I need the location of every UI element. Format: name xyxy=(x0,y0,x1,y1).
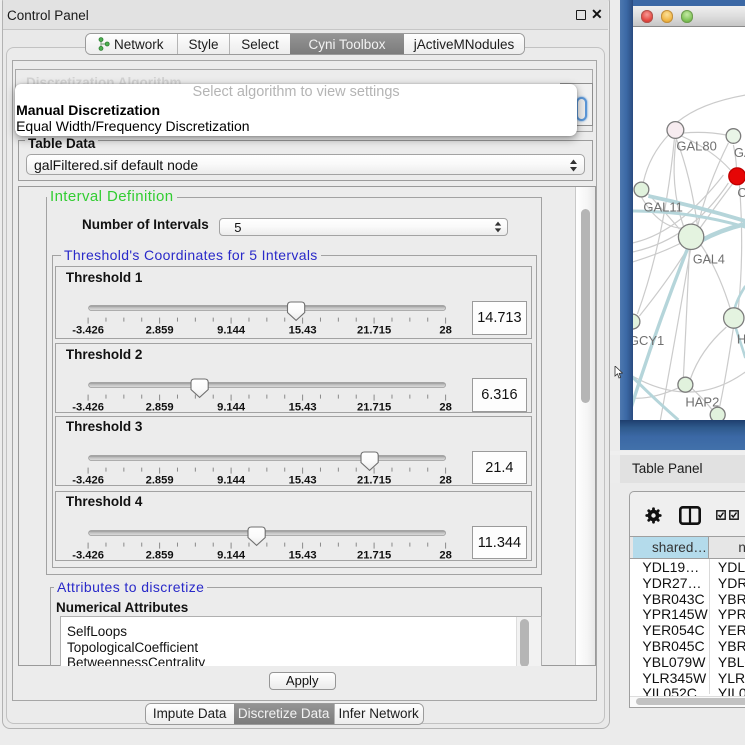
svg-text:9.144: 9.144 xyxy=(217,549,246,561)
svg-text:15.43: 15.43 xyxy=(289,325,317,337)
svg-text:21.715: 21.715 xyxy=(357,549,391,561)
svg-text:-3.426: -3.426 xyxy=(73,474,105,486)
svg-text:15.43: 15.43 xyxy=(289,549,317,561)
svg-text:C: C xyxy=(737,185,745,200)
svg-text:15.43: 15.43 xyxy=(289,474,317,486)
svg-text:-3.426: -3.426 xyxy=(73,325,105,337)
svg-text:-3.426: -3.426 xyxy=(73,402,105,414)
svg-text:21.715: 21.715 xyxy=(357,474,391,486)
svg-text:28: 28 xyxy=(440,325,452,337)
svg-text:9.144: 9.144 xyxy=(217,474,246,486)
svg-text:9.144: 9.144 xyxy=(217,325,246,337)
svg-text:2.859: 2.859 xyxy=(146,325,174,337)
svg-text:28: 28 xyxy=(440,549,452,561)
svg-text:2.859: 2.859 xyxy=(146,474,174,486)
svg-text:HAP2: HAP2 xyxy=(685,394,719,409)
svg-text:GAL4: GAL4 xyxy=(692,252,724,266)
svg-text:21.715: 21.715 xyxy=(357,402,391,414)
svg-text:15.43: 15.43 xyxy=(289,402,317,414)
svg-text:2.859: 2.859 xyxy=(146,402,174,414)
svg-text:GA: GA xyxy=(733,145,744,160)
svg-text:GAL11: GAL11 xyxy=(643,200,682,215)
svg-text:21.715: 21.715 xyxy=(357,325,391,337)
svg-text:9.144: 9.144 xyxy=(217,402,246,414)
svg-text:GCY1: GCY1 xyxy=(633,333,664,348)
svg-text:H: H xyxy=(736,331,744,346)
svg-text:2.859: 2.859 xyxy=(146,549,174,561)
svg-text:28: 28 xyxy=(440,474,452,486)
svg-text:GAL80: GAL80 xyxy=(676,139,716,154)
svg-text:28: 28 xyxy=(440,402,452,414)
svg-text:-3.426: -3.426 xyxy=(73,549,105,561)
